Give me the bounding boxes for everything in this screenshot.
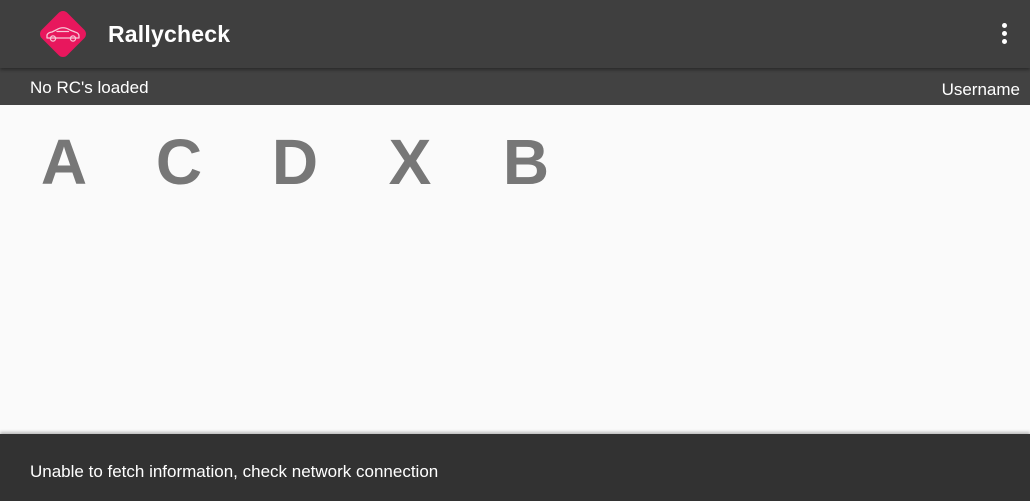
more-vert-icon[interactable] <box>994 20 1014 48</box>
class-button-c[interactable]: C <box>129 130 229 194</box>
class-selector: A C D X B <box>0 130 700 200</box>
car-icon <box>32 3 94 65</box>
status-bar: No RC's loaded Username <box>0 68 1030 105</box>
app-window: Rallycheck No RC's loaded Username A C D… <box>0 0 1030 501</box>
app-title: Rallycheck <box>108 21 231 47</box>
main-content: A C D X B <box>0 105 1030 434</box>
username-label[interactable]: Username <box>942 80 1020 100</box>
rc-status-text: No RC's loaded <box>30 78 149 97</box>
class-button-d[interactable]: D <box>245 130 345 194</box>
class-button-b[interactable]: B <box>476 130 576 194</box>
class-button-x[interactable]: X <box>360 130 460 194</box>
snackbar-message: Unable to fetch information, check netwo… <box>30 462 439 481</box>
app-bar: Rallycheck <box>0 0 1030 68</box>
class-button-a[interactable]: A <box>14 130 114 194</box>
snackbar: Unable to fetch information, check netwo… <box>0 434 1030 501</box>
